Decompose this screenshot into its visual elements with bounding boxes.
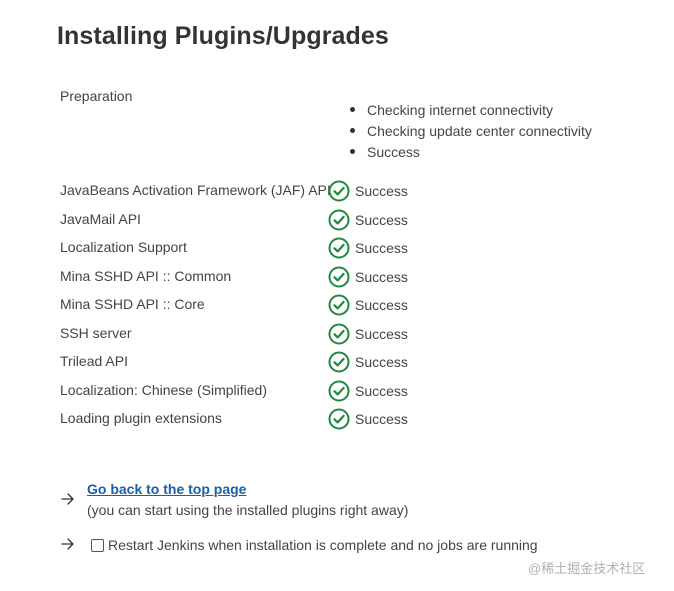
plugin-row: Mina SSHD API :: Common Success [60, 264, 480, 293]
arrow-right-icon [61, 538, 74, 550]
plugin-status: Success [355, 183, 408, 199]
plugin-name: JavaMail API [60, 210, 141, 227]
plugin-name: JavaBeans Activation Framework (JAF) API [60, 182, 331, 198]
restart-option[interactable]: Restart Jenkins when installation is com… [91, 537, 538, 553]
preparation-steps: Checking internet connectivity Checking … [350, 101, 592, 164]
plugin-row: JavaMail API Success [60, 207, 480, 236]
restart-checkbox[interactable] [91, 538, 104, 552]
check-circle-icon [328, 323, 350, 344]
bullet-icon [350, 128, 355, 133]
plugin-name: Trilead API [60, 353, 128, 369]
plugin-status: Success [355, 354, 408, 370]
page-title: Installing Plugins/Upgrades [57, 22, 389, 50]
plugin-row: Trilead API Success [60, 349, 480, 378]
plugin-status: Success [355, 411, 408, 427]
top-page-note: (you can start using the installed plugi… [87, 502, 409, 518]
check-circle-icon [328, 209, 350, 230]
check-circle-icon [328, 408, 350, 430]
check-circle-icon [328, 351, 350, 373]
check-circle-icon [328, 266, 350, 287]
plugin-name: SSH server [60, 324, 132, 341]
preparation-step: Checking update center connectivity [350, 122, 592, 143]
preparation-label: Preparation [60, 88, 133, 104]
check-circle-icon [328, 180, 350, 202]
plugin-status-list: JavaBeans Activation Framework (JAF) API… [60, 178, 480, 435]
plugin-name: Loading plugin extensions [60, 410, 222, 426]
plugin-name: Localization Support [60, 239, 187, 255]
bullet-icon [350, 149, 355, 154]
top-page-link[interactable]: Go back to the top page [87, 481, 246, 497]
check-circle-icon [328, 237, 350, 259]
plugin-name: Mina SSHD API :: Common [60, 267, 232, 284]
plugin-status: Success [355, 268, 408, 285]
check-circle-icon [328, 380, 350, 401]
arrow-right-icon [61, 493, 74, 505]
plugin-name: Mina SSHD API :: Core [60, 296, 205, 312]
plugin-row: Localization Support Success [60, 235, 480, 264]
plugin-status: Success [355, 211, 408, 228]
plugin-row: Mina SSHD API :: Core Success [60, 292, 480, 321]
check-circle-icon [328, 294, 350, 316]
plugin-status: Success [355, 382, 408, 399]
restart-label: Restart Jenkins when installation is com… [108, 537, 538, 553]
plugin-row: Loading plugin extensions Success [60, 406, 480, 435]
preparation-step: Checking internet connectivity [350, 101, 592, 122]
plugin-status: Success [355, 240, 408, 256]
preparation-step: Success [350, 143, 592, 164]
watermark: @稀土掘金技术社区 [528, 561, 646, 576]
bullet-icon [350, 107, 355, 112]
plugin-status: Success [355, 297, 408, 313]
plugin-name: Localization: Chinese (Simplified) [60, 381, 267, 398]
plugin-status: Success [355, 325, 408, 342]
plugin-row: JavaBeans Activation Framework (JAF) API… [60, 178, 480, 207]
plugin-row: SSH server Success [60, 321, 480, 350]
plugin-row: Localization: Chinese (Simplified) Succes… [60, 378, 480, 407]
